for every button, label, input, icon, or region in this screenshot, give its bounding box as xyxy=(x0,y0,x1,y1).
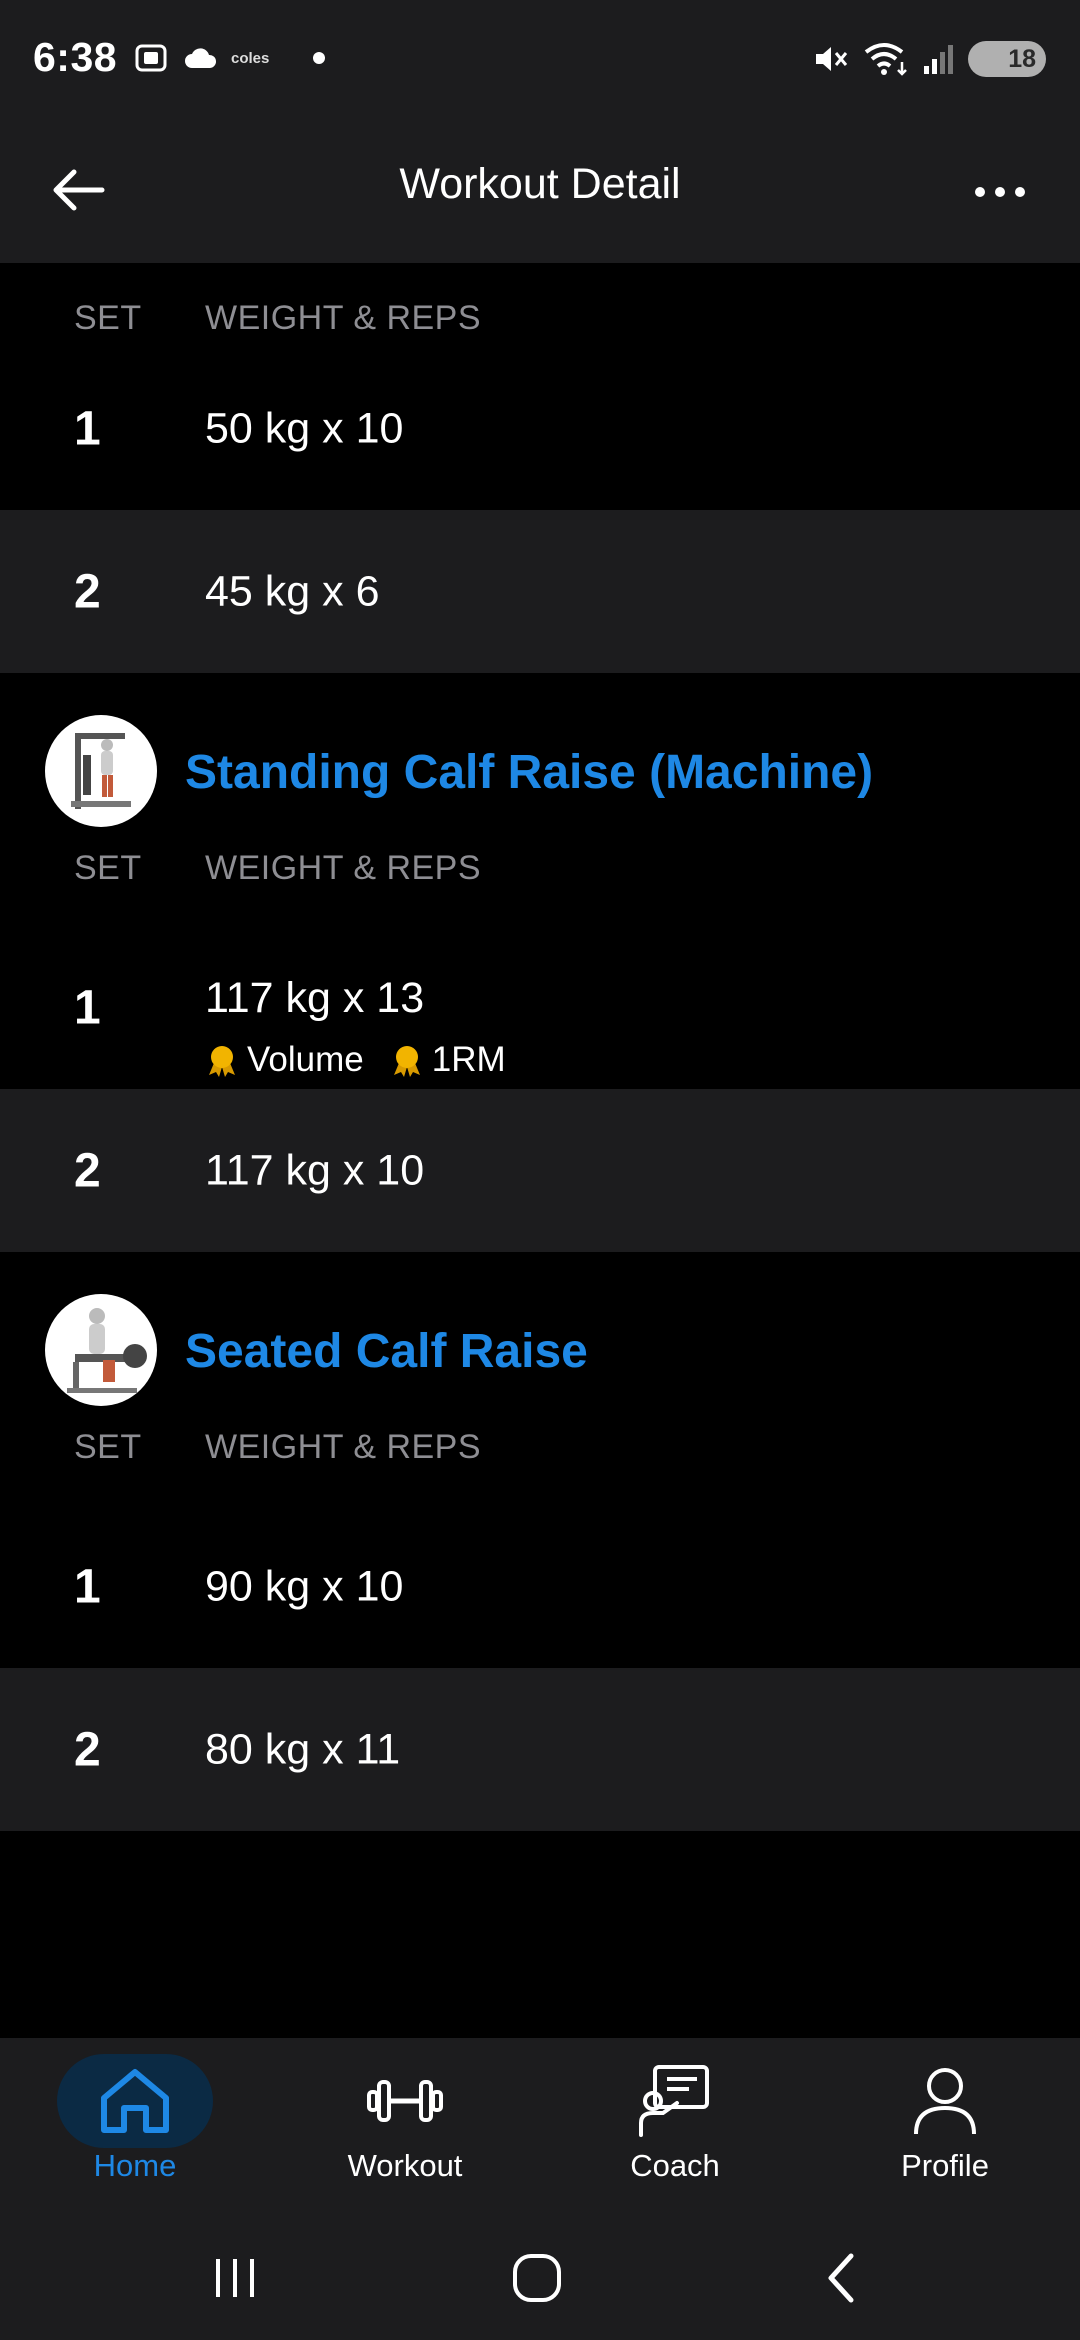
status-left-icons: coles xyxy=(133,40,326,76)
badge-label: 1RM xyxy=(431,1040,506,1079)
set-number: 2 xyxy=(74,565,101,618)
set-number: 2 xyxy=(74,1723,101,1776)
nav-home[interactable]: Home xyxy=(0,2038,270,2215)
page-title: Workout Detail xyxy=(399,160,681,208)
column-set-label: SET xyxy=(74,849,142,887)
dumbbell-icon xyxy=(367,2080,443,2122)
column-set-label: SET xyxy=(74,1428,142,1466)
set-row: 2 80 kg x 11 xyxy=(0,1668,1080,1831)
more-options-button[interactable] xyxy=(960,160,1040,224)
set-weight-reps: 50 kg x 10 xyxy=(205,404,404,452)
column-set-label: SET xyxy=(74,299,142,337)
set-weight-reps: 45 kg x 6 xyxy=(205,567,380,615)
medal-icon xyxy=(393,1046,420,1077)
notification-dot xyxy=(313,52,326,64)
nav-profile-label: Profile xyxy=(901,2148,989,2183)
calf-raise-machine-illustration xyxy=(45,715,157,827)
home-system-button[interactable] xyxy=(492,2243,582,2313)
recent-apps-button[interactable] xyxy=(190,2243,280,2313)
chevron-left-icon xyxy=(828,2253,854,2303)
set-row: 1 90 kg x 10 xyxy=(0,1505,1080,1668)
exercise-name[interactable]: Standing Calf Raise (Machine) xyxy=(185,745,873,800)
column-weight-reps-label: WEIGHT & REPS xyxy=(205,299,482,337)
mute-icon xyxy=(816,47,848,71)
more-dots-icon xyxy=(975,187,985,197)
home-circle-icon xyxy=(513,2254,561,2302)
set-row: 2 45 kg x 6 xyxy=(0,510,1080,673)
coach-icon xyxy=(639,2065,709,2137)
set-row: 2 117 kg x 10 xyxy=(0,1089,1080,1252)
battery-indicator: 18 xyxy=(968,41,1046,77)
carrier-label: coles xyxy=(231,49,270,67)
column-header: SET WEIGHT & REPS xyxy=(0,1428,1080,1483)
set-row: 1 50 kg x 10 xyxy=(0,347,1080,510)
column-header: SET WEIGHT & REPS xyxy=(0,263,1080,337)
set-weight-reps: 117 kg x 10 xyxy=(205,1146,425,1194)
app-bar: Workout Detail xyxy=(0,120,1080,263)
cloud-icon xyxy=(185,48,217,68)
system-back-button[interactable] xyxy=(796,2243,886,2313)
set-number: 1 xyxy=(74,1560,101,1613)
set-number: 2 xyxy=(74,1144,101,1197)
profile-icon xyxy=(914,2068,976,2135)
status-right-icons: 18 xyxy=(812,40,1046,78)
set-number: 1 xyxy=(74,981,101,1034)
1rm-record-badge: 1RM xyxy=(390,1040,506,1080)
nav-workout[interactable]: Workout xyxy=(270,2038,540,2215)
wifi-icon xyxy=(864,43,907,76)
nav-workout-label: Workout xyxy=(347,2148,463,2183)
status-time: 6:38 xyxy=(33,34,118,80)
set-weight-reps: 90 kg x 10 xyxy=(205,1562,404,1610)
column-weight-reps-label: WEIGHT & REPS xyxy=(205,849,482,887)
workout-content[interactable]: SET WEIGHT & REPS 1 50 kg x 10 2 45 kg x… xyxy=(0,263,1080,2038)
status-bar: 6:38 coles 18 xyxy=(0,0,1080,120)
set-weight-reps: 117 kg x 13 xyxy=(205,974,425,1022)
signal-icon xyxy=(924,45,953,74)
volume-record-badge: Volume xyxy=(205,1040,364,1080)
set-weight-reps: 80 kg x 11 xyxy=(205,1725,401,1773)
nav-home-label: Home xyxy=(93,2148,177,2183)
column-weight-reps-label: WEIGHT & REPS xyxy=(205,1428,482,1466)
column-header: SET WEIGHT & REPS xyxy=(0,849,1080,904)
exercise-header[interactable]: Standing Calf Raise (Machine) xyxy=(0,673,1080,873)
screenshot-icon xyxy=(135,44,167,72)
bottom-navigation: Home Workout Coach Profile xyxy=(0,2038,1080,2215)
exercise-header[interactable]: Seated Calf Raise xyxy=(0,1252,1080,1452)
exercise-name[interactable]: Seated Calf Raise xyxy=(185,1324,588,1379)
record-badges: Volume 1RM xyxy=(205,1040,532,1080)
recent-apps-icon xyxy=(216,2259,254,2297)
home-icon xyxy=(101,2069,169,2133)
system-navigation-bar xyxy=(0,2215,1080,2340)
set-number: 1 xyxy=(74,402,101,455)
nav-profile[interactable]: Profile xyxy=(810,2038,1080,2215)
set-row: 1 117 kg x 13 Volume 1RM xyxy=(0,926,1080,1089)
nav-coach-label: Coach xyxy=(630,2148,720,2183)
badge-label: Volume xyxy=(247,1040,364,1079)
nav-coach[interactable]: Coach xyxy=(540,2038,810,2215)
medal-icon xyxy=(209,1046,235,1077)
seated-calf-raise-illustration xyxy=(45,1294,157,1406)
